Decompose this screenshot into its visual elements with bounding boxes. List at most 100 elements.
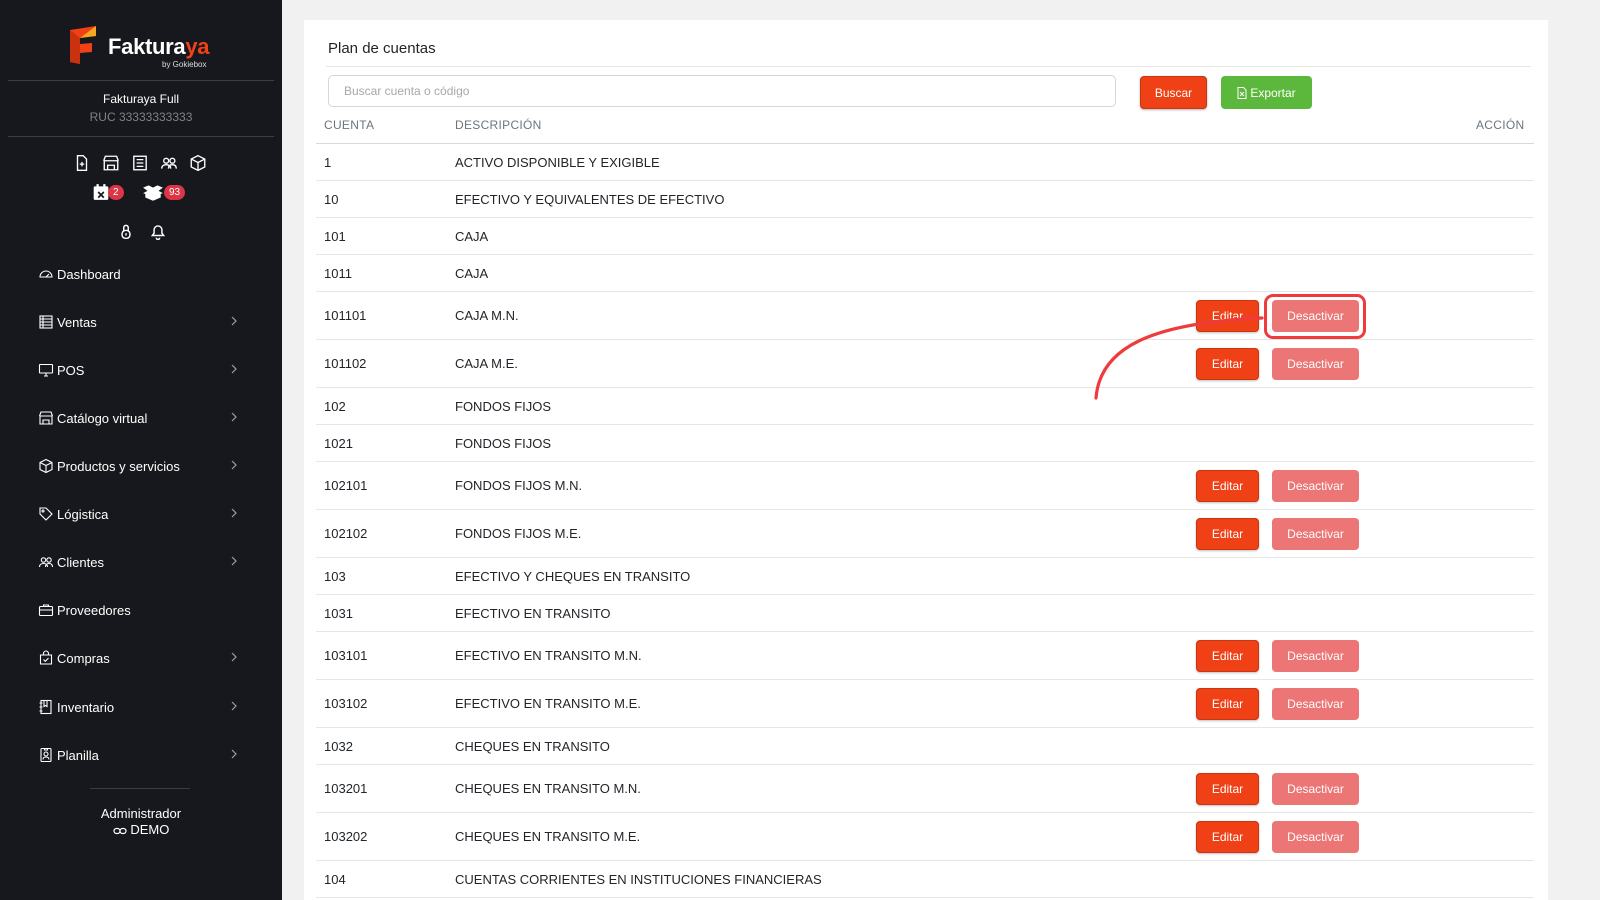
sidebar-item-label: Catálogo virtual bbox=[57, 410, 148, 426]
user-role: Administrador bbox=[100, 806, 182, 821]
sidebar-item-logistica[interactable]: Lógistica bbox=[38, 502, 242, 526]
calendar-counter[interactable]: 2 bbox=[92, 183, 128, 205]
column-header-cuenta[interactable]: CUENTA bbox=[324, 118, 374, 132]
sidebar-item-compras[interactable]: Compras bbox=[38, 646, 242, 670]
edit-button[interactable]: Editar bbox=[1196, 518, 1259, 550]
edit-button[interactable]: Editar bbox=[1196, 773, 1259, 805]
box-icon bbox=[38, 458, 54, 474]
deactivate-button[interactable]: Desactivar bbox=[1272, 518, 1359, 550]
file-plus-icon[interactable] bbox=[73, 154, 91, 172]
boxes-counter[interactable]: 93 bbox=[142, 183, 190, 205]
sidebar-item-catalogo-virtual[interactable]: Catálogo virtual bbox=[38, 406, 242, 430]
edit-button[interactable]: Editar bbox=[1196, 300, 1259, 332]
cell-cuenta: 101102 bbox=[324, 356, 367, 371]
column-header-accion: ACCIÓN bbox=[1476, 118, 1525, 132]
sidebar-item-label: Productos y servicios bbox=[57, 458, 180, 474]
store-icon[interactable] bbox=[102, 154, 120, 172]
brand-logo[interactable]: Fakturaya by Gokiebox bbox=[66, 24, 216, 70]
deactivate-button[interactable]: Desactivar bbox=[1272, 821, 1359, 853]
edit-button[interactable]: Editar bbox=[1196, 640, 1259, 672]
cell-cuenta: 103201 bbox=[324, 781, 368, 796]
deactivate-button[interactable]: Desactivar bbox=[1272, 688, 1359, 720]
sidebar-item-label: Inventario bbox=[57, 699, 115, 715]
user-mode[interactable]: DEMO bbox=[0, 822, 282, 837]
sidebar-divider bbox=[90, 788, 190, 789]
shop-icon bbox=[38, 410, 54, 426]
deactivate-button[interactable]: Desactivar bbox=[1272, 300, 1359, 332]
edit-button[interactable]: Editar bbox=[1196, 821, 1259, 853]
sidebar-item-label: Lógistica bbox=[57, 506, 109, 522]
edit-button[interactable]: Editar bbox=[1196, 470, 1259, 502]
calendar-badge: 2 bbox=[108, 185, 124, 200]
brand-tagline: by Gokiebox bbox=[162, 60, 207, 69]
journal-icon bbox=[38, 699, 54, 715]
box-icon[interactable] bbox=[189, 154, 207, 172]
cell-descripcion: CAJA bbox=[455, 265, 489, 281]
cell-descripcion: EFECTIVO EN TRANSITO M.N. bbox=[455, 648, 642, 663]
chevron-right-icon bbox=[230, 748, 238, 760]
monitor-icon bbox=[38, 362, 54, 378]
chevron-right-icon bbox=[230, 507, 238, 519]
table-row: 1 ACTIVO DISPONIBLE Y EXIGIBLE bbox=[316, 144, 1534, 181]
sidebar-item-ventas[interactable]: Ventas bbox=[38, 310, 242, 334]
boxes-badge: 93 bbox=[164, 185, 186, 200]
table-row: 102101 FONDOS FIJOS M.N. Editar Desactivar bbox=[316, 462, 1534, 510]
cell-descripcion: EFECTIVO EN TRANSITO M.E. bbox=[455, 696, 641, 711]
search-input[interactable] bbox=[328, 75, 1116, 107]
cell-descripcion: FONDOS FIJOS bbox=[455, 435, 552, 451]
users-icon[interactable] bbox=[160, 154, 178, 172]
main-panel: Plan de cuentas Buscar Exportar CUENTA D… bbox=[304, 20, 1548, 900]
edit-button[interactable]: Editar bbox=[1196, 348, 1259, 380]
table-row: 1021 FONDOS FIJOS bbox=[316, 425, 1534, 462]
chevron-right-icon bbox=[230, 363, 238, 375]
table-row: 101 CAJA bbox=[316, 218, 1534, 255]
users-icon bbox=[38, 554, 54, 570]
sidebar-divider bbox=[8, 80, 274, 81]
briefcase-icon bbox=[38, 602, 54, 618]
cell-descripcion: FONDOS FIJOS M.E. bbox=[455, 526, 582, 541]
sidebar-item-label: Ventas bbox=[57, 314, 97, 330]
chevron-right-icon bbox=[230, 651, 238, 663]
table-row: 10 EFECTIVO Y EQUIVALENTES DE EFECTIVO bbox=[316, 181, 1534, 218]
cell-cuenta: 104 bbox=[324, 871, 346, 887]
sidebar-item-clientes[interactable]: Clientes bbox=[38, 550, 242, 574]
company-ruc: RUC 33333333333 bbox=[89, 110, 193, 124]
search-button[interactable]: Buscar bbox=[1140, 76, 1207, 109]
deactivate-button[interactable]: Desactivar bbox=[1272, 348, 1359, 380]
cell-cuenta: 1031 bbox=[324, 605, 353, 621]
cell-cuenta: 103202 bbox=[324, 829, 368, 844]
cell-cuenta: 1011 bbox=[324, 265, 352, 281]
chevron-right-icon bbox=[230, 315, 238, 327]
deactivate-button[interactable]: Desactivar bbox=[1272, 640, 1359, 672]
sidebar-item-planilla[interactable]: Planilla bbox=[38, 743, 242, 767]
sidebar-item-label: Proveedores bbox=[57, 602, 131, 618]
ledger-icon bbox=[38, 314, 54, 330]
quick-actions bbox=[73, 154, 207, 172]
cell-descripcion: EFECTIVO Y CHEQUES EN TRANSITO bbox=[455, 568, 691, 584]
table-row: 101101 CAJA M.N. Editar Desactivar bbox=[316, 292, 1534, 340]
table-row: 102102 FONDOS FIJOS M.E. Editar Desactivar bbox=[316, 510, 1534, 558]
edit-button[interactable]: Editar bbox=[1196, 688, 1259, 720]
lock-icon[interactable] bbox=[117, 222, 135, 240]
file-excel-icon bbox=[1237, 86, 1247, 99]
cell-cuenta: 103 bbox=[324, 568, 346, 584]
sidebar-item-productos-servicios[interactable]: Productos y servicios bbox=[38, 454, 242, 478]
boxes-icon bbox=[143, 185, 163, 201]
chevron-right-icon bbox=[230, 555, 238, 567]
table-row: 101102 CAJA M.E. Editar Desactivar bbox=[316, 340, 1534, 388]
cell-descripcion: CHEQUES EN TRANSITO M.N. bbox=[455, 781, 641, 796]
bell-icon[interactable] bbox=[149, 222, 167, 241]
column-header-descripcion[interactable]: DESCRIPCIÓN bbox=[455, 118, 542, 132]
table-row: 103 EFECTIVO Y CHEQUES EN TRANSITO bbox=[316, 558, 1534, 595]
export-button[interactable]: Exportar bbox=[1221, 76, 1312, 109]
sidebar-item-proveedores[interactable]: Proveedores bbox=[38, 598, 242, 622]
table-row: 1011 CAJA bbox=[316, 255, 1534, 292]
sidebar-item-dashboard[interactable]: Dashboard bbox=[38, 262, 242, 286]
cell-descripcion: CUENTAS CORRIENTES EN INSTITUCIONES FINA… bbox=[455, 871, 822, 887]
deactivate-button[interactable]: Desactivar bbox=[1272, 470, 1359, 502]
chevron-right-icon bbox=[230, 411, 238, 423]
sidebar-item-pos[interactable]: POS bbox=[38, 358, 242, 382]
receipt-icon[interactable] bbox=[131, 154, 149, 172]
sidebar-item-inventario[interactable]: Inventario bbox=[38, 695, 242, 719]
deactivate-button[interactable]: Desactivar bbox=[1272, 773, 1359, 805]
